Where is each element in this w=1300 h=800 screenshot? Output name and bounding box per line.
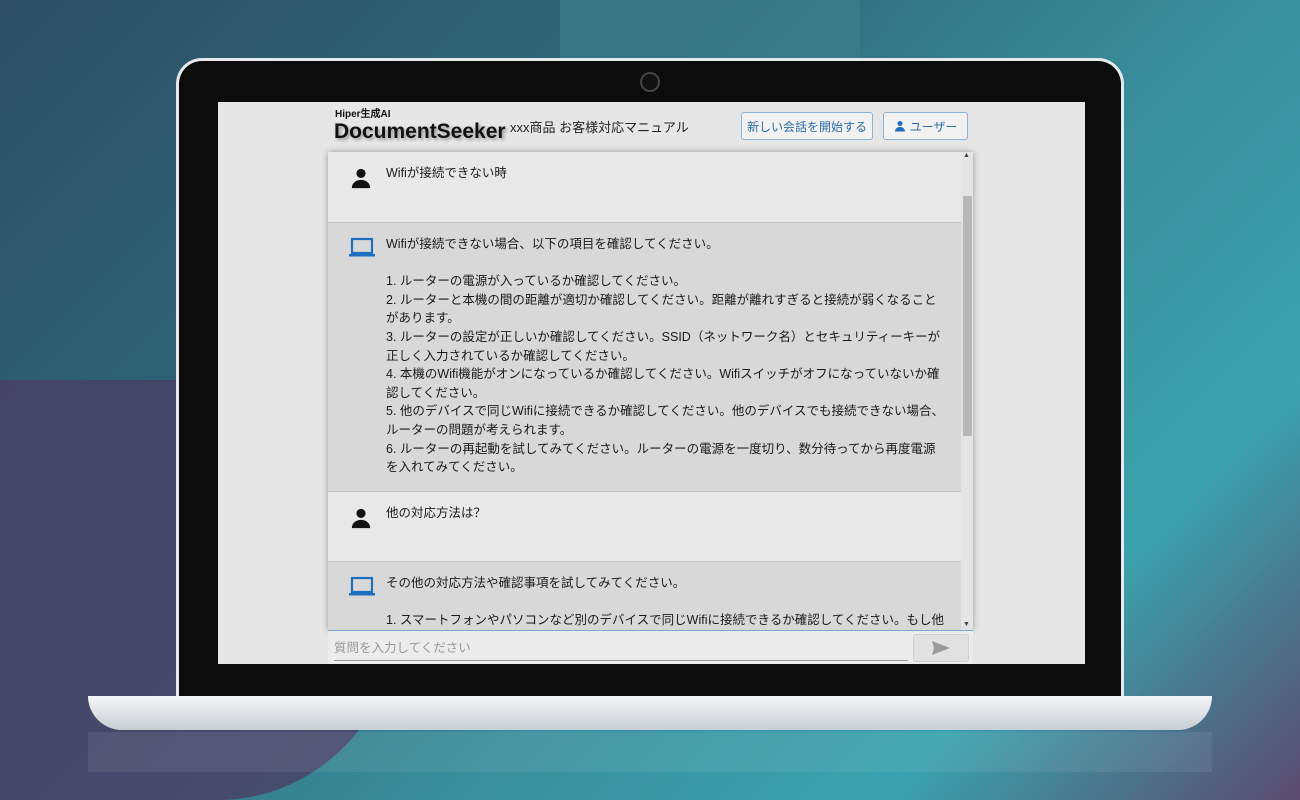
message-line: 1. スマートフォンやパソコンなど別のデバイスで同じWifiに接続できるか確認し… bbox=[386, 612, 944, 627]
user-icon bbox=[894, 121, 905, 132]
app-screen: Hiper生成AI DocumentSeeker xxx商品 お客様対応マニュア… bbox=[218, 102, 1085, 664]
person-icon bbox=[351, 168, 371, 189]
brand-logo: DocumentSeeker bbox=[334, 120, 506, 143]
laptop-base bbox=[88, 696, 1212, 730]
message-line: 5. 他のデバイスで同じWifiに接続できるか確認してください。他のデバイスでも… bbox=[386, 404, 944, 437]
message-text: Wifiが接続できない時 bbox=[386, 152, 946, 197]
camera-icon bbox=[640, 72, 660, 92]
message-line: 3. ルーターの設定が正しいか確認してください。SSID（ネットワーク名）とセキ… bbox=[386, 329, 941, 363]
message-text: 他の対応方法は？ bbox=[386, 492, 946, 537]
message-line: 1. ルーターの電源が入っているか確認してください。 bbox=[386, 274, 687, 289]
person-icon bbox=[351, 508, 371, 528]
ai-message: Wifiが接続できない場合、以下の項目を確認してください。 1. ルーターの電源… bbox=[328, 223, 961, 492]
question-input[interactable] bbox=[334, 635, 908, 661]
user-message: 他の対応方法は？ bbox=[328, 491, 961, 562]
message-line: 他の対応方法は？ bbox=[386, 505, 487, 520]
message-line: 6. ルーターの再起動を試してみてください。ルーターの電源を一度切り、数分待って… bbox=[386, 441, 936, 475]
scrollbar-thumb[interactable] bbox=[963, 196, 972, 436]
message-line bbox=[386, 254, 946, 273]
manual-title: xxx商品 お客様対応マニュアル bbox=[510, 120, 689, 135]
user-message: Wifiが接続できない時 bbox=[328, 152, 961, 223]
user-button[interactable]: ユーザー bbox=[883, 112, 968, 140]
send-button[interactable] bbox=[913, 634, 969, 662]
message-line: Wifiが接続できない場合、以下の項目を確認してください。 bbox=[386, 237, 719, 251]
message-text: Wifiが接続できない場合、以下の項目を確認してください。 1. ルーターの電源… bbox=[386, 223, 946, 491]
user-label: ユーザー bbox=[909, 119, 958, 134]
laptop-icon bbox=[349, 237, 375, 257]
message-line: Wifiが接続できない時 bbox=[386, 166, 507, 180]
brand-subtitle: Hiper生成AI bbox=[335, 109, 391, 120]
reflection bbox=[88, 732, 1212, 772]
message-line: 4. 本機のWifi機能がオンになっているか確認してください。Wifiスイッチが… bbox=[386, 367, 940, 400]
new-chat-label: 新しい会話を開始する bbox=[746, 119, 867, 134]
message-text: その他の対応方法や確認事項を試してみてください。 1. スマートフォンやパソコン… bbox=[386, 562, 946, 630]
scrollbar[interactable]: ▲ ▼ bbox=[961, 152, 973, 630]
ai-message: その他の対応方法や確認事項を試してみてください。 1. スマートフォンやパソコン… bbox=[328, 561, 961, 630]
send-icon bbox=[932, 641, 950, 655]
message-line bbox=[386, 592, 946, 611]
question-input-bar bbox=[328, 630, 973, 664]
chat-log[interactable]: Wifiが接続できない時 Wifiが接続できない場合、以下の項目を確認してください… bbox=[328, 152, 961, 630]
laptop-icon bbox=[349, 576, 375, 596]
scroll-up-icon[interactable]: ▲ bbox=[963, 152, 970, 159]
message-line: その他の対応方法や確認事項を試してみてください。 bbox=[386, 575, 686, 590]
message-line: 2. ルーターと本機の間の距離が適切か確認してください。距離が離れすぎると接続が… bbox=[386, 292, 937, 326]
new-chat-button[interactable]: 新しい会話を開始する bbox=[741, 112, 873, 140]
scroll-down-icon[interactable]: ▼ bbox=[963, 621, 970, 628]
